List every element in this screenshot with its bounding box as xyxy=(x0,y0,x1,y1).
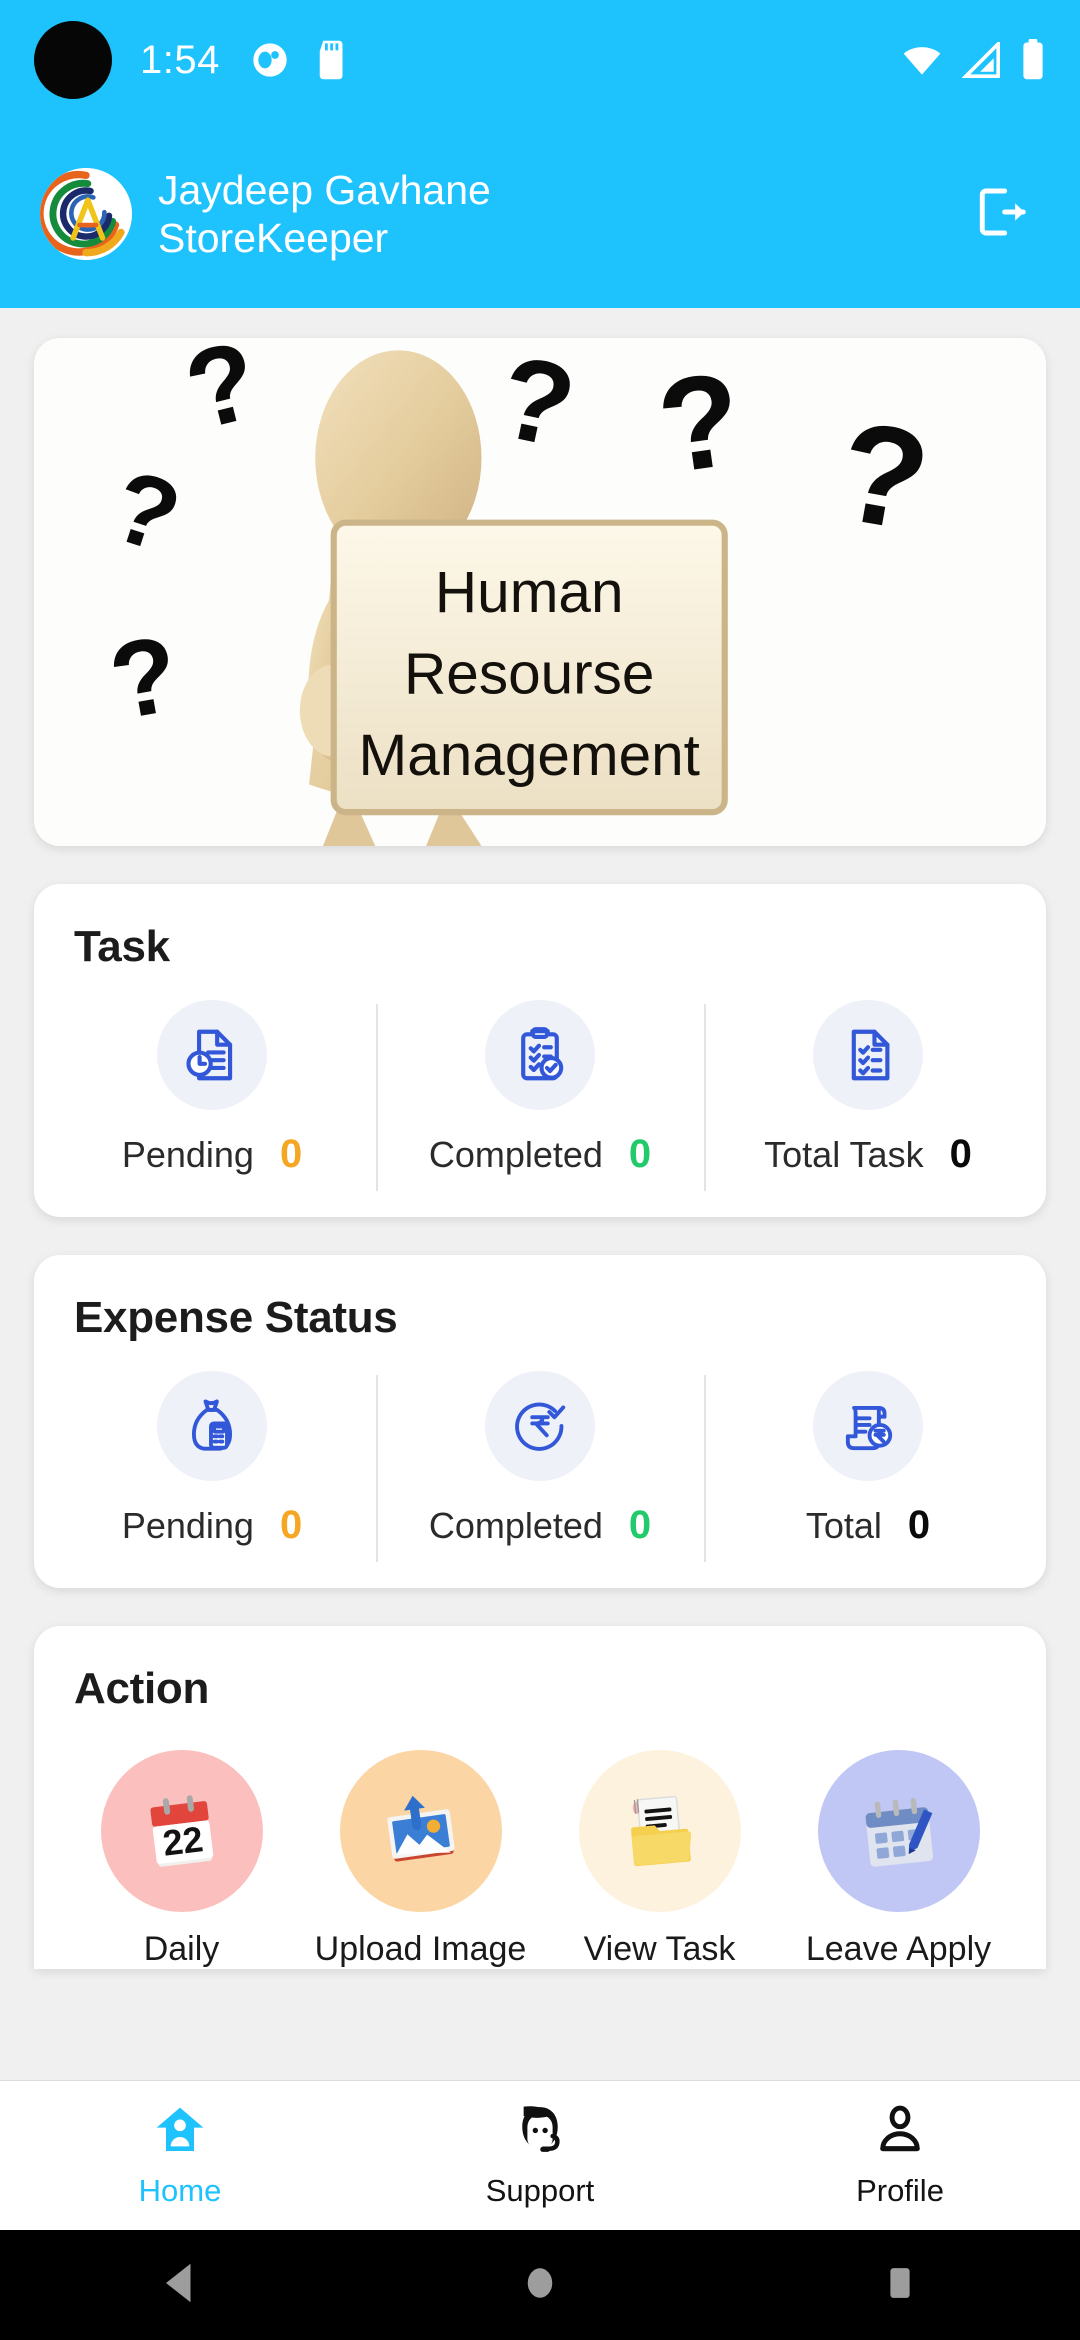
document-checklist-icon xyxy=(813,1000,923,1110)
rupee-check-circle-icon xyxy=(485,1371,595,1481)
task-card: Task Pending 0 Completed 0 Total Task 0 xyxy=(34,884,1046,1217)
nav-item-home[interactable]: Home xyxy=(0,2102,360,2209)
home-person-icon xyxy=(152,2102,208,2163)
task-stat-row: Pending 0 Completed 0 Total Task 0 xyxy=(34,972,1046,1217)
rupee-receipt-icon xyxy=(813,1371,923,1481)
expense-total-label: Total xyxy=(805,1505,882,1546)
expense-card-title: Expense Status xyxy=(74,1293,398,1342)
punch-hole-camera xyxy=(34,21,112,99)
svg-text:Management: Management xyxy=(359,723,700,788)
app-logo-icon xyxy=(40,168,132,260)
clipboard-check-icon xyxy=(485,1000,595,1110)
status-bar: 1:54 xyxy=(0,0,1080,120)
task-total-value: 0 xyxy=(949,1132,972,1176)
calendar-22-icon: 22 xyxy=(100,1750,263,1912)
back-button[interactable] xyxy=(120,2230,240,2340)
expense-stat-total[interactable]: Total 0 xyxy=(704,1371,1032,1562)
expense-stat-pending[interactable]: Pending 0 xyxy=(48,1371,376,1548)
notification-circle-icon xyxy=(250,40,290,80)
task-completed-value: 0 xyxy=(628,1132,652,1176)
expense-completed-value: 0 xyxy=(628,1503,652,1547)
task-pending-label: Pending xyxy=(121,1134,254,1175)
task-pending-value: 0 xyxy=(279,1132,303,1176)
task-completed-label: Completed xyxy=(428,1134,603,1175)
status-bar-system-icons xyxy=(900,39,1046,81)
action-label-daily: Daily xyxy=(143,1930,220,1968)
task-total-label: Total Task xyxy=(764,1134,924,1175)
recents-square-icon xyxy=(879,2260,921,2311)
main-content[interactable]: Human Resourse Management ? ? ? ? ? ? Ta… xyxy=(0,308,1080,2080)
task-card-title: Task xyxy=(74,922,170,971)
svg-text:Resourse: Resourse xyxy=(404,642,654,707)
recents-button[interactable] xyxy=(840,2230,960,2340)
action-label-upload-image: Upload Image xyxy=(314,1930,527,1968)
action-label-leave-apply: Leave Apply xyxy=(805,1930,992,1968)
nav-label-profile: Profile xyxy=(856,2173,944,2208)
expense-stat-completed[interactable]: Completed 0 xyxy=(376,1371,704,1562)
nav-item-support[interactable]: Support xyxy=(360,2102,720,2209)
user-role: StoreKeeper xyxy=(158,215,389,261)
expense-pending-value: 0 xyxy=(279,1503,303,1547)
home-circle-icon xyxy=(519,2260,561,2311)
action-card-title: Action xyxy=(74,1664,210,1713)
calendar-pen-icon xyxy=(817,1750,980,1912)
svg-text:Human: Human xyxy=(435,560,624,625)
action-grid: 22 Daily Upload Image View Task Leave Ap… xyxy=(34,1714,1046,1969)
expense-status-card: Expense Status Pending 0 Completed 0 Tot… xyxy=(34,1255,1046,1588)
person-icon xyxy=(872,2102,928,2163)
money-bag-icon xyxy=(157,1371,267,1481)
nav-label-support: Support xyxy=(485,2173,595,2208)
expense-total-value: 0 xyxy=(907,1503,931,1547)
sd-card-icon xyxy=(314,39,350,81)
action-item-upload-image[interactable]: Upload Image xyxy=(301,1750,540,1969)
status-bar-clock: 1:54 xyxy=(140,37,220,82)
hrm-banner-image[interactable]: Human Resourse Management ? ? ? ? ? ? xyxy=(34,338,1046,846)
nav-label-home: Home xyxy=(138,2173,222,2208)
logout-icon xyxy=(972,184,1028,245)
system-navigation-bar xyxy=(0,2230,1080,2340)
expense-stat-row: Pending 0 Completed 0 Total 0 xyxy=(34,1343,1046,1588)
action-item-view-task[interactable]: View Task xyxy=(540,1750,779,1969)
cellular-signal-icon xyxy=(962,42,1002,78)
expense-pending-label: Pending xyxy=(121,1505,254,1546)
bottom-navigation: Home Support Profile xyxy=(0,2080,1080,2230)
app-header: Jaydeep Gavhane StoreKeeper xyxy=(0,120,1080,308)
user-name: Jaydeep Gavhane xyxy=(158,166,491,213)
wifi-icon xyxy=(900,43,944,77)
action-item-daily[interactable]: 22 Daily xyxy=(62,1750,301,1969)
action-label-view-task: View Task xyxy=(583,1930,736,1968)
logout-button[interactable] xyxy=(960,174,1040,254)
battery-icon xyxy=(1020,39,1046,81)
task-stat-pending[interactable]: Pending 0 xyxy=(48,1000,376,1177)
folder-document-icon xyxy=(578,1750,741,1912)
task-stat-completed[interactable]: Completed 0 xyxy=(376,1000,704,1191)
headset-face-icon xyxy=(512,2102,568,2163)
expense-completed-label: Completed xyxy=(428,1505,603,1546)
upload-image-icon xyxy=(339,1750,502,1912)
action-card: Action 22 Daily Upload Image View Task L… xyxy=(34,1626,1046,1969)
task-stat-total[interactable]: Total Task 0 xyxy=(704,1000,1032,1191)
svg-text:22: 22 xyxy=(160,1818,205,1864)
action-item-leave-apply[interactable]: Leave Apply xyxy=(779,1750,1018,1969)
back-triangle-icon xyxy=(159,2260,201,2311)
status-bar-notification-icons xyxy=(250,39,350,81)
document-clock-icon xyxy=(157,1000,267,1110)
app-screen: 1:54 Jaydeep Gavhane StoreKeeper Human R… xyxy=(0,0,1080,2340)
home-button[interactable] xyxy=(480,2230,600,2340)
user-info: Jaydeep Gavhane StoreKeeper xyxy=(158,166,491,263)
nav-item-profile[interactable]: Profile xyxy=(720,2102,1080,2209)
